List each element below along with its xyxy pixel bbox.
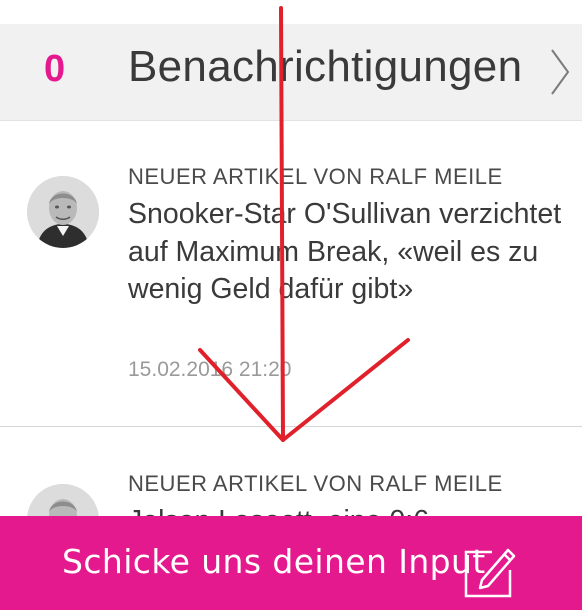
- article-timestamp: 15.02.2016 21:20: [128, 358, 292, 381]
- notifications-title: Benachrichtigungen: [128, 42, 523, 91]
- chevron-right-icon: [551, 49, 570, 95]
- avatar: [27, 176, 99, 248]
- send-input-button[interactable]: Schicke uns deinen Input: [0, 516, 582, 610]
- notifications-header[interactable]: 0 Benachrichtigungen: [0, 24, 582, 121]
- article-kicker: NEUER ARTIKEL VON RALF MEILE: [128, 471, 503, 496]
- divider: [0, 426, 582, 427]
- send-input-label: Schicke uns deinen Input: [62, 542, 486, 581]
- article-headline[interactable]: Snooker-Star O'Sullivan verzichtet auf M…: [128, 196, 568, 309]
- edit-icon: [464, 548, 516, 598]
- notification-count: 0: [44, 48, 66, 90]
- article-kicker: NEUER ARTIKEL VON RALF MEILE: [128, 164, 503, 189]
